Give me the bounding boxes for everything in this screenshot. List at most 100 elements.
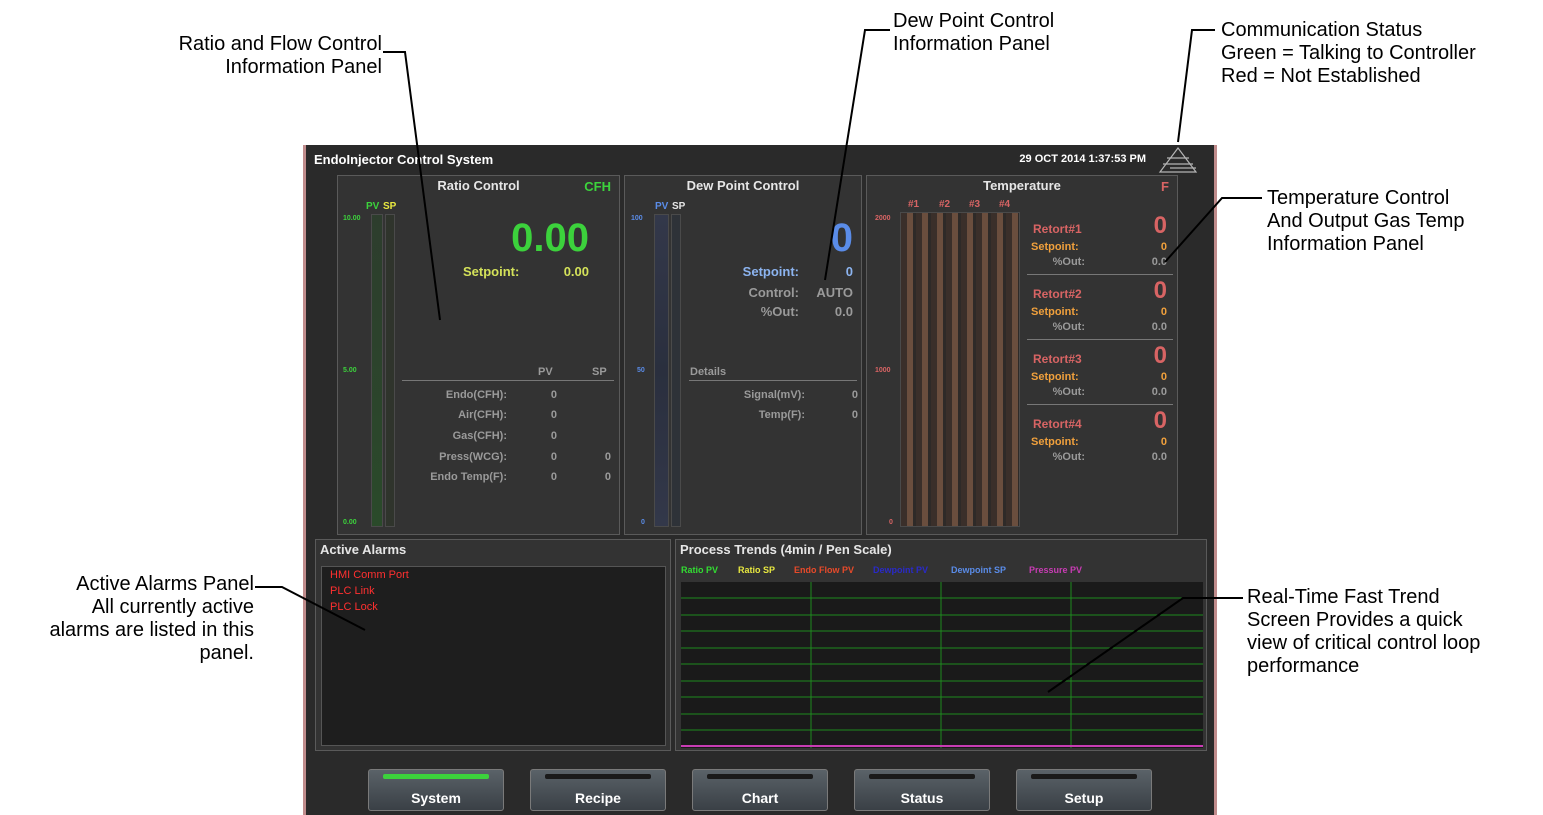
callout-line: Red = Not Established — [1221, 65, 1421, 87]
dew-temp-label: Temp(F): — [758, 409, 805, 421]
process-trends-panel: Process Trends (4min / Pen Scale) Ratio … — [675, 539, 1207, 751]
trend-plot[interactable] — [681, 582, 1203, 748]
callout-line: Information Panel — [1267, 233, 1424, 255]
ratio-row-sp: 0 — [604, 471, 611, 483]
callout-line: Communication Status — [1221, 19, 1423, 41]
temp-tick-max: 2000 — [875, 215, 891, 222]
hmi-window: EndoInjector Control System 29 OCT 2014 … — [303, 145, 1217, 815]
legend-pressure-pv: Pressure PV — [1029, 565, 1083, 575]
retort-4: Retort#4 0 Setpoint: 0 %Out: 0.0 — [1027, 407, 1173, 473]
retort-out-value: 0.0 — [1151, 256, 1167, 268]
active-alarms-panel: Active Alarms HMI Comm Port PLC Link PLC… — [315, 539, 671, 751]
dew-tick-max: 100 — [631, 215, 643, 222]
temp-bar-label: #3 — [969, 199, 981, 210]
callout-line: Real-Time Fast Trend — [1247, 586, 1440, 608]
retort-3: Retort#3 0 Setpoint: 0 %Out: 0.0 — [1027, 342, 1173, 408]
callout-dew-point: Dew Point Control Information Panel — [893, 10, 1133, 56]
dew-pv-bar — [654, 214, 669, 527]
callout-temperature: Temperature Control And Output Gas Temp … — [1267, 187, 1537, 256]
callout-line: Information Panel — [893, 33, 1050, 55]
alarm-item[interactable]: PLC Link — [330, 585, 375, 597]
retort-out-value: 0.0 — [1151, 386, 1167, 398]
retort-value: 0 — [1153, 342, 1167, 369]
ratio-row-label: Air(CFH): — [458, 409, 507, 421]
ratio-row-pv: 0 — [550, 409, 557, 421]
callout-line: view of critical control loop — [1247, 632, 1481, 654]
retort-value: 0 — [1153, 407, 1167, 434]
callout-line: All currently active — [91, 596, 254, 618]
process-trends-title: Process Trends (4min / Pen Scale) — [680, 542, 892, 557]
retort-setpoint-label: Setpoint: — [1031, 436, 1079, 448]
dew-setpoint-value: 0 — [845, 264, 853, 279]
comm-status-icon — [1158, 147, 1198, 173]
inactive-indicator — [869, 774, 975, 779]
alarm-item[interactable]: PLC Lock — [330, 601, 378, 613]
app-title: EndoInjector Control System — [314, 152, 494, 167]
retort-out-label: %Out: — [1052, 321, 1085, 333]
legend-dewpoint-pv: Dewpoint PV — [873, 565, 929, 575]
callout-line: Screen Provides a quick — [1247, 609, 1463, 631]
temp-tick-min: 0 — [889, 519, 893, 526]
dew-tick-mid: 50 — [637, 367, 645, 374]
retort-setpoint-label: Setpoint: — [1031, 371, 1079, 383]
dew-point-panel: Dew Point Control PV SP 100 50 0 0 Setpo… — [624, 175, 862, 535]
dew-control-label: Control: — [748, 285, 799, 300]
ratio-row-pv: 0 — [550, 451, 557, 463]
retort-name: Retort#2 — [1033, 287, 1082, 301]
active-indicator — [383, 774, 489, 779]
retort-separator — [1027, 274, 1173, 275]
inactive-indicator — [707, 774, 813, 779]
alarm-item[interactable]: HMI Comm Port — [330, 569, 409, 581]
dew-control-value: AUTO — [816, 285, 853, 300]
dew-out-label: %Out: — [760, 304, 799, 319]
dew-sp-label: SP — [672, 201, 686, 212]
retort-out-label: %Out: — [1052, 451, 1085, 463]
legend-ratio-pv: Ratio PV — [681, 565, 719, 575]
setup-button[interactable]: Setup — [1016, 769, 1152, 811]
ratio-row-pv: 0 — [550, 471, 557, 483]
date-time: 29 OCT 2014 1:37:53 PM — [1019, 153, 1146, 165]
dew-tick-min: 0 — [641, 519, 645, 526]
dew-setpoint-label: Setpoint: — [742, 264, 799, 279]
recipe-button[interactable]: Recipe — [530, 769, 666, 811]
callout-active-alarms: Active Alarms Panel All currently active… — [0, 573, 254, 665]
callout-line: panel. — [199, 642, 255, 664]
ratio-col-pv: PV — [538, 366, 553, 378]
retort-setpoint-value: 0 — [1160, 306, 1167, 318]
inactive-indicator — [545, 774, 651, 779]
legend-endo-flow-pv: Endo Flow PV — [794, 565, 854, 575]
ratio-row-label: Gas(CFH): — [452, 430, 507, 442]
dew-details-label: Details — [690, 366, 727, 378]
temp-tick-mid: 1000 — [875, 367, 891, 374]
ratio-control-title: Ratio Control — [437, 178, 520, 193]
ratio-row-label: Endo Temp(F): — [430, 471, 507, 483]
ratio-row-label: Endo(CFH): — [445, 389, 507, 401]
chart-button[interactable]: Chart — [692, 769, 828, 811]
button-label: System — [411, 790, 461, 806]
dew-out-value: 0.0 — [834, 304, 853, 319]
temp-bar-label: #1 — [908, 199, 920, 210]
retort-setpoint-value: 0 — [1160, 241, 1167, 253]
retort-value: 0 — [1153, 277, 1167, 304]
callout-line: Active Alarms Panel — [76, 573, 254, 595]
system-button[interactable]: System — [368, 769, 504, 811]
inactive-indicator — [1031, 774, 1137, 779]
callout-line: Dew Point Control — [893, 10, 1055, 32]
retort-2: Retort#2 0 Setpoint: 0 %Out: 0.0 — [1027, 277, 1173, 343]
retort-out-label: %Out: — [1052, 256, 1085, 268]
ratio-unit: CFH — [584, 179, 611, 194]
retort-separator — [1027, 339, 1173, 340]
retort-out-label: %Out: — [1052, 386, 1085, 398]
retort-name: Retort#1 — [1033, 222, 1082, 236]
retort-out-value: 0.0 — [1151, 321, 1167, 333]
callout-line: alarms are listed in this — [49, 619, 254, 641]
alarm-list[interactable]: HMI Comm Port PLC Link PLC Lock — [321, 566, 666, 746]
ratio-setpoint-value: 0.00 — [563, 264, 589, 279]
status-button[interactable]: Status — [854, 769, 990, 811]
retort-setpoint-label: Setpoint: — [1031, 241, 1079, 253]
dew-pv-label: PV — [655, 201, 669, 212]
ratio-pv-bar — [371, 214, 383, 527]
ratio-separator — [402, 380, 614, 381]
button-label: Recipe — [575, 790, 621, 806]
retort-separator — [1027, 404, 1173, 405]
